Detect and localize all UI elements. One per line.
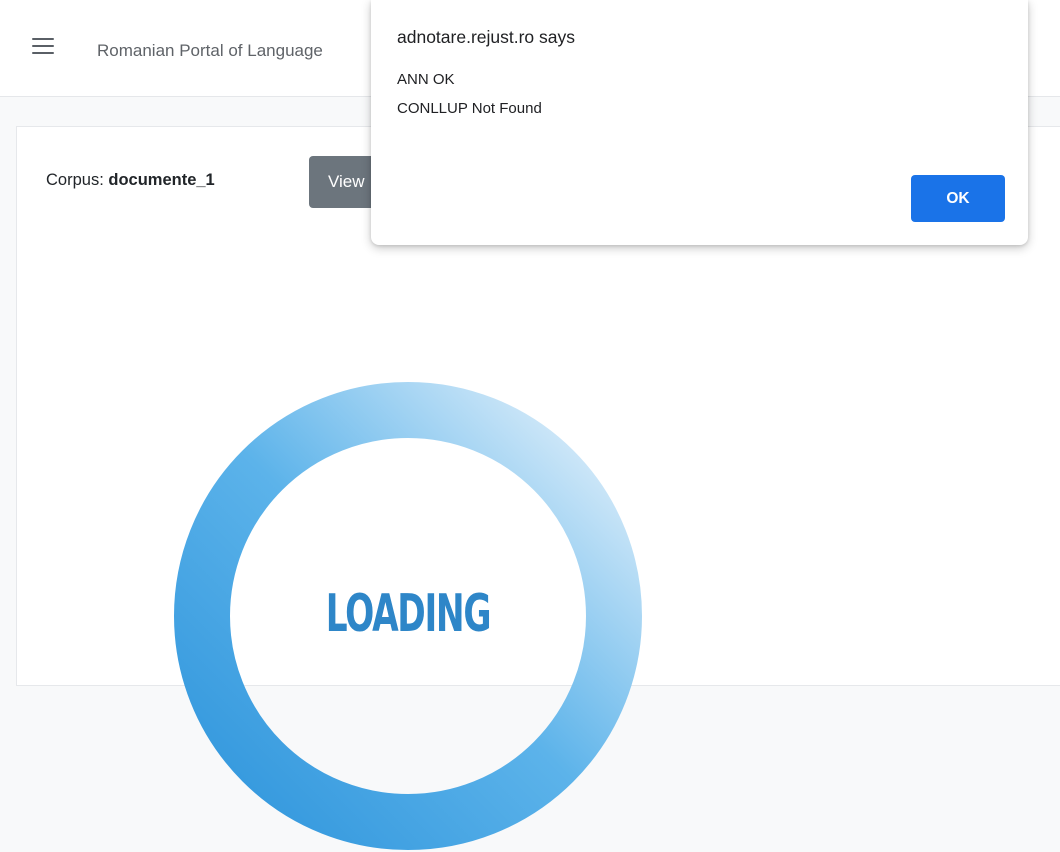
dialog-origin: adnotare.rejust.ro says [397,27,576,47]
dialog-message-line: CONLLUP Not Found [397,100,542,117]
dialog-message-line: ANN OK [397,71,455,88]
alert-dialog: adnotare.rejust.ro says ANN OK CONLLUP N… [371,0,1028,245]
corpus-info: Corpus: documente_1 [46,171,215,190]
loading-text: LOADING [325,584,492,644]
corpus-name: documente_1 [108,171,215,189]
ok-button[interactable]: OK [911,175,1005,222]
hamburger-menu-icon[interactable] [32,38,54,56]
corpus-label: Corpus: [46,171,104,189]
portal-title: Romanian Portal of Language [97,41,323,60]
